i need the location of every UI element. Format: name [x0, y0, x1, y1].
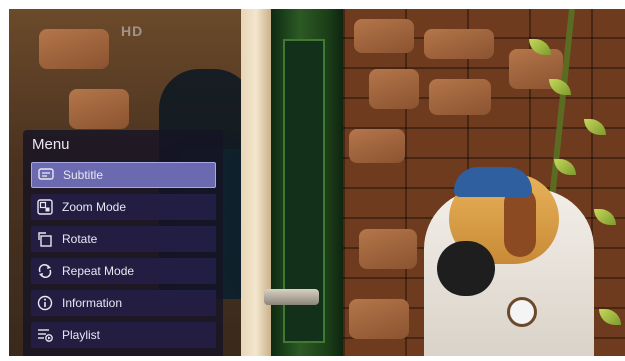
menu-item-label: Rotate — [62, 232, 98, 246]
menu-item-subtitle[interactable]: Subtitle — [31, 162, 216, 188]
menu-item-label: Repeat Mode — [62, 264, 135, 278]
character-figure — [454, 167, 532, 197]
repeat-icon — [37, 263, 53, 279]
zoom-mode-icon — [37, 199, 53, 215]
character-figure — [507, 297, 537, 327]
video-background — [354, 19, 414, 53]
menu-item-playlist[interactable]: Playlist — [31, 322, 216, 348]
menu-item-zoom-mode[interactable]: Zoom Mode — [31, 194, 216, 220]
video-background — [264, 289, 319, 305]
menu-item-label: Information — [62, 296, 123, 310]
character-figure — [437, 241, 495, 296]
video-background — [39, 29, 109, 69]
video-background — [424, 29, 494, 59]
character-figure — [504, 187, 536, 257]
video-background — [429, 79, 491, 115]
video-background — [69, 89, 129, 129]
menu-item-label: Playlist — [62, 328, 101, 342]
menu-panel: Menu Subtitle Zoom Mode Rotate Repeat Mo… — [23, 130, 223, 356]
menu-item-label: Zoom Mode — [62, 200, 127, 214]
menu-item-information[interactable]: Information — [31, 290, 216, 316]
video-background — [369, 69, 419, 109]
video-background — [359, 229, 417, 269]
menu-item-rotate[interactable]: Rotate — [31, 226, 216, 252]
menu-item-repeat-mode[interactable]: Repeat Mode — [31, 258, 216, 284]
video-background — [349, 129, 405, 163]
rotate-icon — [37, 231, 53, 247]
menu-title: Menu — [32, 136, 70, 153]
channel-logo: HD — [121, 23, 144, 39]
subtitle-icon — [38, 167, 54, 183]
playlist-icon — [37, 327, 53, 343]
info-icon — [37, 295, 53, 311]
video-background — [349, 299, 409, 339]
menu-item-label: Subtitle — [63, 168, 104, 182]
